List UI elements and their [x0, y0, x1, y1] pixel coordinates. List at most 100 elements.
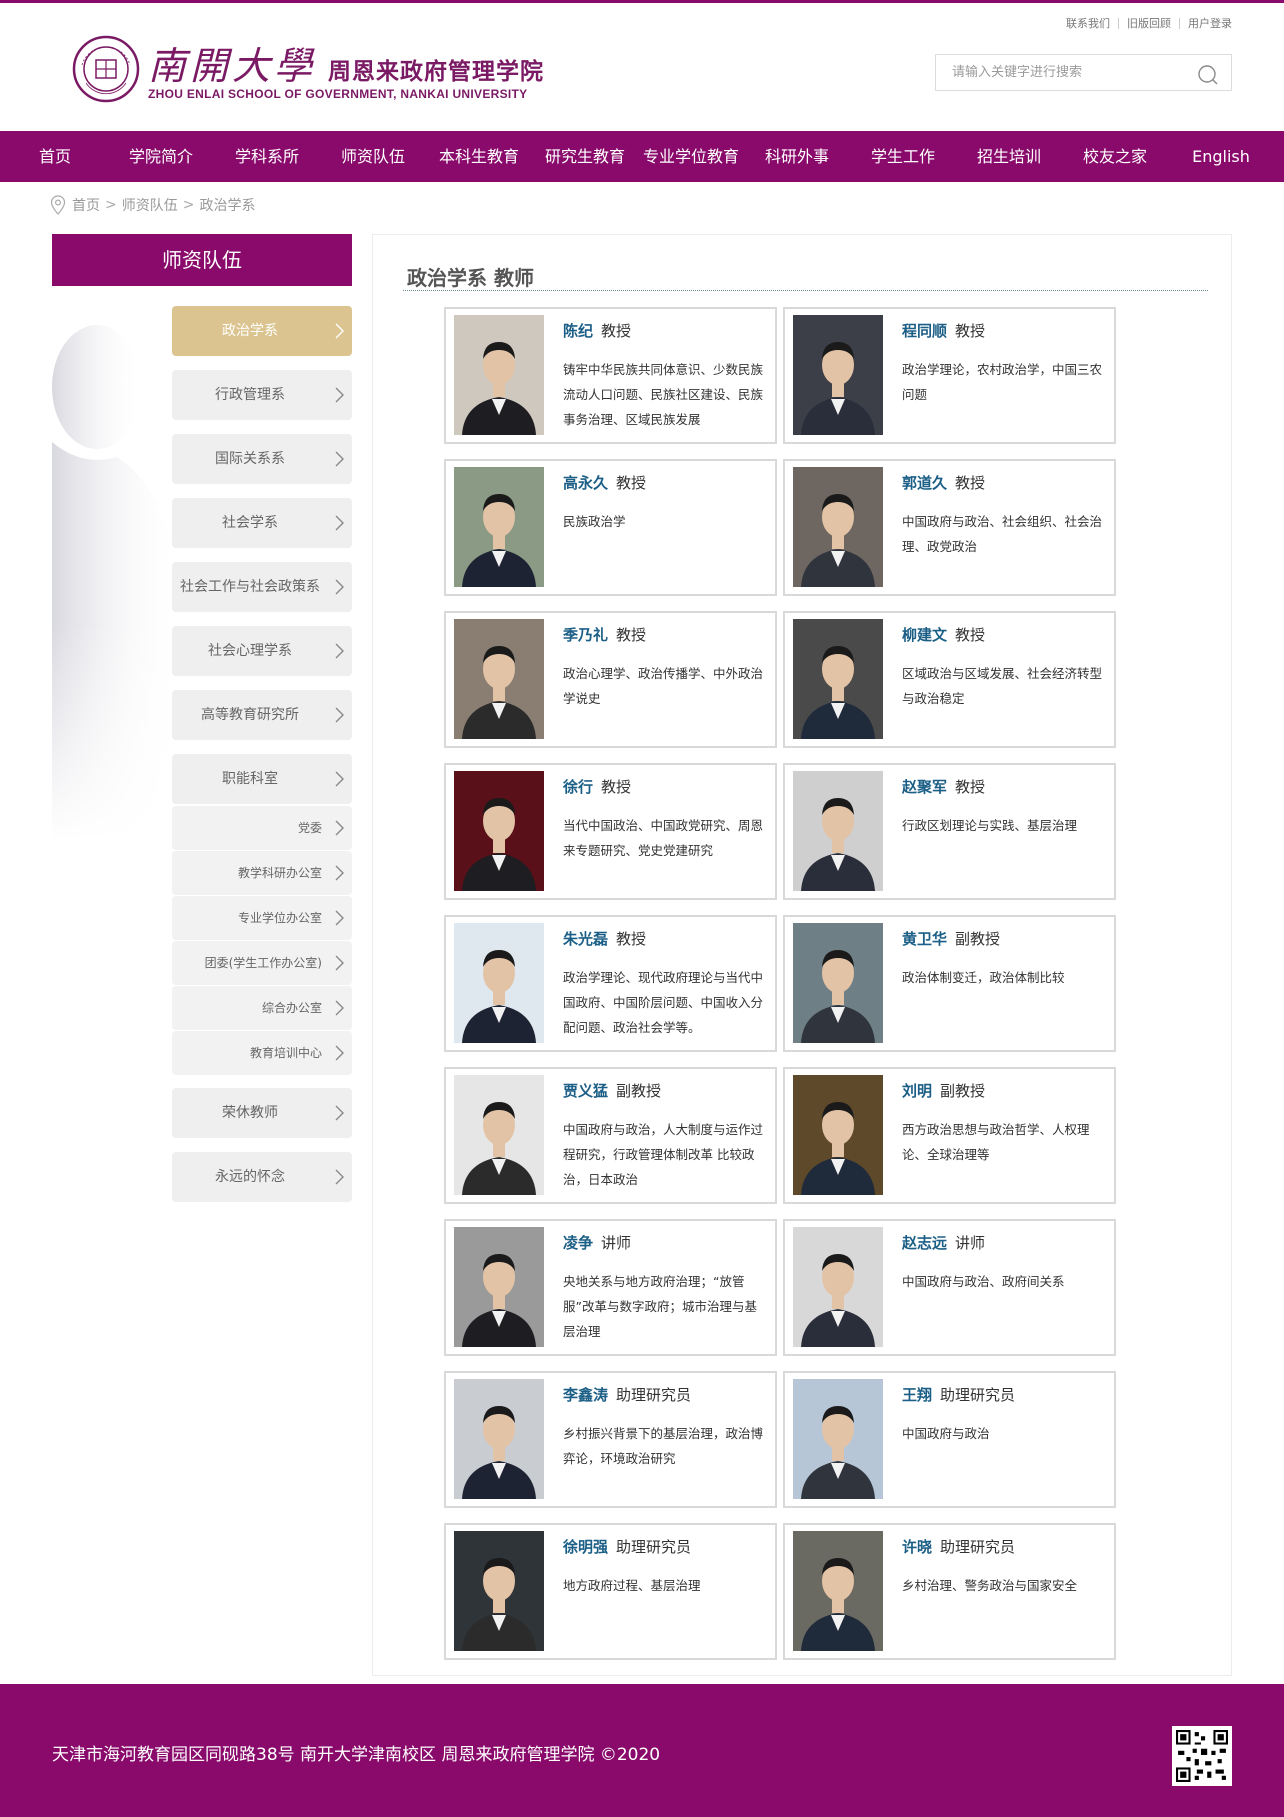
- nav-item-faculty[interactable]: 师资队伍: [341, 131, 405, 182]
- faculty-card[interactable]: 许晓 助理研究员 乡村治理、警务政治与国家安全: [783, 1523, 1116, 1660]
- faculty-name-text[interactable]: 陈纪: [563, 322, 593, 340]
- faculty-name-text[interactable]: 贾义猛: [563, 1082, 608, 1100]
- faculty-name[interactable]: 贾义猛 副教授: [563, 1080, 661, 1101]
- faculty-name[interactable]: 朱光磊 教授: [563, 928, 646, 949]
- faculty-photo[interactable]: [793, 1075, 883, 1195]
- nav-item-professional[interactable]: 专业学位教育: [643, 131, 739, 182]
- faculty-photo[interactable]: [793, 1531, 883, 1651]
- faculty-card[interactable]: 李鑫涛 助理研究员 乡村振兴背景下的基层治理，政治博弈论，环境政治研究: [444, 1371, 777, 1508]
- faculty-photo[interactable]: [454, 771, 544, 891]
- faculty-name[interactable]: 徐行 教授: [563, 776, 631, 797]
- faculty-name[interactable]: 陈纪 教授: [563, 320, 631, 341]
- nav-item-research[interactable]: 科研外事: [765, 131, 829, 182]
- faculty-name[interactable]: 郭道久 教授: [902, 472, 985, 493]
- faculty-name[interactable]: 黄卫华 副教授: [902, 928, 1000, 949]
- nav-item-english[interactable]: English: [1192, 131, 1250, 182]
- faculty-card[interactable]: 王翔 助理研究员 中国政府与政治: [783, 1371, 1116, 1508]
- school-logo[interactable]: 南開大學 周恩来政府管理学院 ZHOU ENLAI SCHOOL OF GOVE…: [72, 31, 552, 111]
- sidebar-item-international-relations[interactable]: 国际关系系: [172, 434, 352, 484]
- faculty-photo[interactable]: [454, 619, 544, 739]
- sidebar-subitem-youth-league[interactable]: 团委(学生工作办公室): [172, 941, 352, 985]
- sidebar-subitem-teaching-office[interactable]: 教学科研办公室: [172, 851, 352, 895]
- faculty-name-text[interactable]: 赵志远: [902, 1234, 947, 1252]
- faculty-name[interactable]: 高永久 教授: [563, 472, 646, 493]
- faculty-name[interactable]: 许晓 助理研究员: [902, 1536, 1015, 1557]
- faculty-name-text[interactable]: 李鑫涛: [563, 1386, 608, 1404]
- nav-item-about[interactable]: 学院简介: [129, 131, 193, 182]
- faculty-name-text[interactable]: 郭道久: [902, 474, 947, 492]
- faculty-name[interactable]: 赵聚军 教授: [902, 776, 985, 797]
- faculty-name-text[interactable]: 王翔: [902, 1386, 932, 1404]
- nav-item-alumni[interactable]: 校友之家: [1083, 131, 1147, 182]
- faculty-card[interactable]: 高永久 教授 民族政治学: [444, 459, 777, 596]
- breadcrumb-current[interactable]: 政治学系: [199, 195, 255, 215]
- faculty-photo[interactable]: [454, 1075, 544, 1195]
- faculty-photo[interactable]: [793, 1227, 883, 1347]
- sidebar-subitem-training-center[interactable]: 教育培训中心: [172, 1031, 352, 1075]
- faculty-photo[interactable]: [454, 923, 544, 1043]
- nav-item-students[interactable]: 学生工作: [871, 131, 935, 182]
- faculty-name[interactable]: 柳建文 教授: [902, 624, 985, 645]
- contact-link[interactable]: 联系我们: [1066, 15, 1110, 31]
- faculty-name-text[interactable]: 凌争: [563, 1234, 593, 1252]
- faculty-card[interactable]: 徐明强 助理研究员 地方政府过程、基层治理: [444, 1523, 777, 1660]
- faculty-photo[interactable]: [454, 1227, 544, 1347]
- faculty-card[interactable]: 陈纪 教授 铸牢中华民族共同体意识、少数民族流动人口问题、民族社区建设、民族事务治理…: [444, 307, 777, 444]
- sidebar-item-functional-offices[interactable]: 职能科室: [172, 754, 352, 804]
- login-link[interactable]: 用户登录: [1188, 15, 1232, 31]
- faculty-name-text[interactable]: 徐明强: [563, 1538, 608, 1556]
- faculty-card[interactable]: 赵志远 讲师 中国政府与政治、政府间关系: [783, 1219, 1116, 1356]
- faculty-name-text[interactable]: 程同顺: [902, 322, 947, 340]
- faculty-card[interactable]: 徐行 教授 当代中国政治、中国政党研究、周恩来专题研究、党史党建研究: [444, 763, 777, 900]
- faculty-photo[interactable]: [793, 771, 883, 891]
- sidebar-item-social-work[interactable]: 社会工作与社会政策系: [172, 562, 352, 612]
- search-icon[interactable]: [1197, 64, 1219, 86]
- nav-item-admissions[interactable]: 招生培训: [977, 131, 1041, 182]
- search-input[interactable]: [936, 55, 1176, 90]
- faculty-card[interactable]: 刘明 副教授 西方政治思想与政治哲学、人权理论、全球治理等: [783, 1067, 1116, 1204]
- nav-item-home[interactable]: 首页: [39, 131, 71, 182]
- sidebar-subitem-professional-degree-office[interactable]: 专业学位办公室: [172, 896, 352, 940]
- faculty-name[interactable]: 李鑫涛 助理研究员: [563, 1384, 691, 1405]
- nav-item-undergrad[interactable]: 本科生教育: [439, 131, 519, 182]
- faculty-name-text[interactable]: 赵聚军: [902, 778, 947, 796]
- faculty-card[interactable]: 凌争 讲师 央地关系与地方政府治理；“放管服”改革与数字政府；城市治理与基层治理: [444, 1219, 777, 1356]
- sidebar-item-higher-education[interactable]: 高等教育研究所: [172, 690, 352, 740]
- faculty-name[interactable]: 刘明 副教授: [902, 1080, 985, 1101]
- faculty-name[interactable]: 赵志远 讲师: [902, 1232, 985, 1253]
- faculty-card[interactable]: 季乃礼 教授 政治心理学、政治传播学、中外政治学说史: [444, 611, 777, 748]
- faculty-card[interactable]: 郭道久 教授 中国政府与政治、社会组织、社会治理、政党政治: [783, 459, 1116, 596]
- faculty-photo[interactable]: [793, 315, 883, 435]
- sidebar-item-political-science[interactable]: 政治学系: [172, 306, 352, 356]
- breadcrumb-home[interactable]: 首页: [72, 195, 100, 215]
- faculty-photo[interactable]: [793, 467, 883, 587]
- faculty-photo[interactable]: [793, 619, 883, 739]
- faculty-name[interactable]: 凌争 讲师: [563, 1232, 631, 1253]
- faculty-photo[interactable]: [454, 315, 544, 435]
- faculty-name-text[interactable]: 刘明: [902, 1082, 932, 1100]
- faculty-name-text[interactable]: 徐行: [563, 778, 593, 796]
- faculty-photo[interactable]: [454, 1379, 544, 1499]
- sidebar-item-retired-faculty[interactable]: 荣休教师: [172, 1088, 352, 1138]
- sidebar-subitem-party-committee[interactable]: 党委: [172, 806, 352, 850]
- faculty-name-text[interactable]: 黄卫华: [902, 930, 947, 948]
- sidebar-item-social-psychology[interactable]: 社会心理学系: [172, 626, 352, 676]
- faculty-card[interactable]: 赵聚军 教授 行政区划理论与实践、基层治理: [783, 763, 1116, 900]
- faculty-photo[interactable]: [454, 467, 544, 587]
- faculty-name[interactable]: 季乃礼 教授: [563, 624, 646, 645]
- faculty-name-text[interactable]: 许晓: [902, 1538, 932, 1556]
- sidebar-subitem-general-office[interactable]: 综合办公室: [172, 986, 352, 1030]
- sidebar-item-memorial[interactable]: 永远的怀念: [172, 1152, 352, 1202]
- faculty-name[interactable]: 王翔 助理研究员: [902, 1384, 1015, 1405]
- faculty-card[interactable]: 柳建文 教授 区域政治与区域发展、社会经济转型与政治稳定: [783, 611, 1116, 748]
- old-version-link[interactable]: 旧版回顾: [1127, 15, 1171, 31]
- faculty-name[interactable]: 徐明强 助理研究员: [563, 1536, 691, 1557]
- faculty-photo[interactable]: [793, 1379, 883, 1499]
- faculty-name-text[interactable]: 柳建文: [902, 626, 947, 644]
- faculty-name-text[interactable]: 季乃礼: [563, 626, 608, 644]
- sidebar-item-public-administration[interactable]: 行政管理系: [172, 370, 352, 420]
- faculty-photo[interactable]: [454, 1531, 544, 1651]
- nav-item-graduate[interactable]: 研究生教育: [545, 131, 625, 182]
- faculty-name-text[interactable]: 高永久: [563, 474, 608, 492]
- breadcrumb-faculty[interactable]: 师资队伍: [122, 195, 178, 215]
